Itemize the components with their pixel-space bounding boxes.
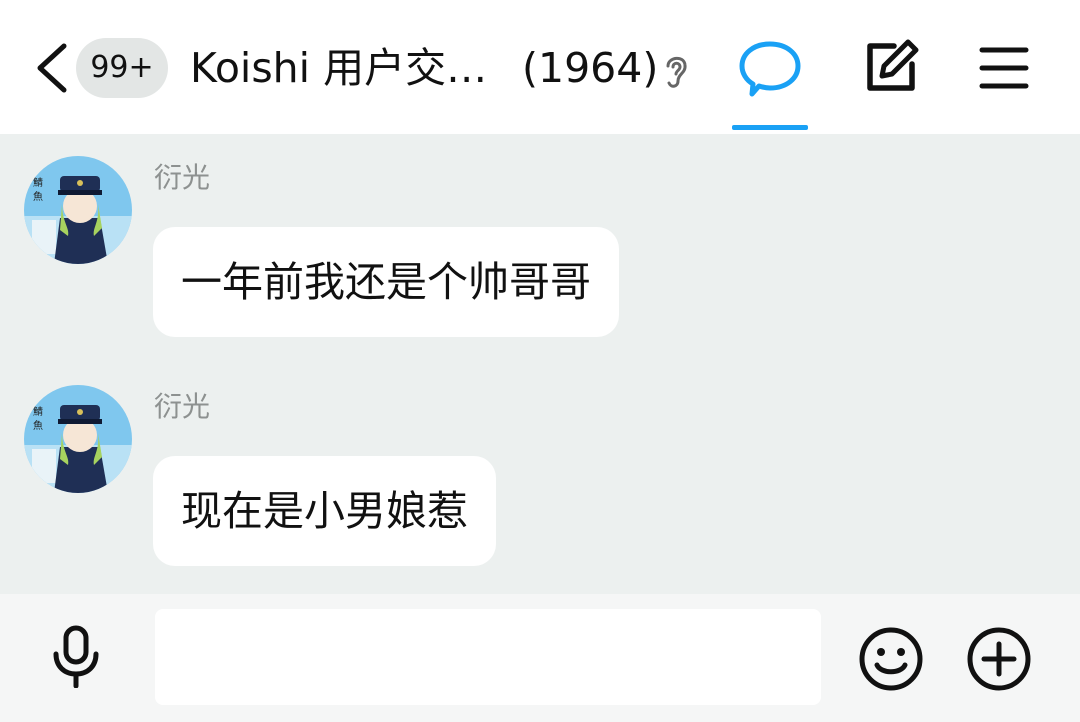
svg-text:魚: 魚 — [33, 419, 43, 432]
ear-icon — [666, 56, 687, 88]
message-bubble[interactable]: 现在是小男娘惹 — [153, 456, 496, 566]
input-bar — [0, 594, 1080, 722]
avatar[interactable]: 鯖 魚 — [24, 385, 132, 493]
smiley-icon — [859, 627, 923, 691]
hamburger-icon — [979, 47, 1029, 89]
chevron-left-icon — [37, 43, 67, 93]
active-tab-indicator — [732, 125, 808, 130]
tab-chat[interactable] — [732, 34, 808, 130]
svg-text:鯖: 鯖 — [33, 176, 43, 189]
emoji-button[interactable] — [858, 626, 924, 692]
message-item: 鯖 魚 衍光 现在是小男娘惹 — [0, 363, 1080, 573]
voice-button[interactable] — [44, 624, 108, 689]
unread-badge[interactable]: 99+ — [76, 38, 168, 98]
more-button[interactable] — [966, 626, 1032, 692]
plus-circle-icon — [967, 627, 1031, 691]
edit-square-icon — [867, 39, 919, 91]
back-button[interactable] — [28, 38, 78, 98]
message-list[interactable]: 鯖 魚 衍光 一年前我还是个帅哥哥 鯖 魚 衍光 现在是小男娘惹 — [0, 134, 1080, 594]
svg-text:鯖: 鯖 — [33, 405, 43, 418]
group-title[interactable]: Koishi 用户交… — [190, 40, 487, 96]
menu-button[interactable] — [978, 42, 1030, 94]
svg-text:魚: 魚 — [33, 190, 43, 203]
microphone-icon — [53, 625, 99, 689]
sender-name: 衍光 — [154, 161, 211, 194]
message-bubble[interactable]: 一年前我还是个帅哥哥 — [153, 227, 619, 337]
avatar[interactable]: 鯖 魚 — [24, 156, 132, 264]
edit-button[interactable] — [860, 36, 922, 98]
sender-name: 衍光 — [154, 390, 211, 423]
speech-bubble-icon — [739, 41, 801, 97]
message-input[interactable] — [155, 609, 821, 705]
message-item: 鯖 魚 衍光 一年前我还是个帅哥哥 — [0, 134, 1080, 344]
member-count[interactable]: (1964) — [522, 40, 658, 96]
chat-header: 99+ Koishi 用户交… (1964) — [0, 0, 1080, 134]
